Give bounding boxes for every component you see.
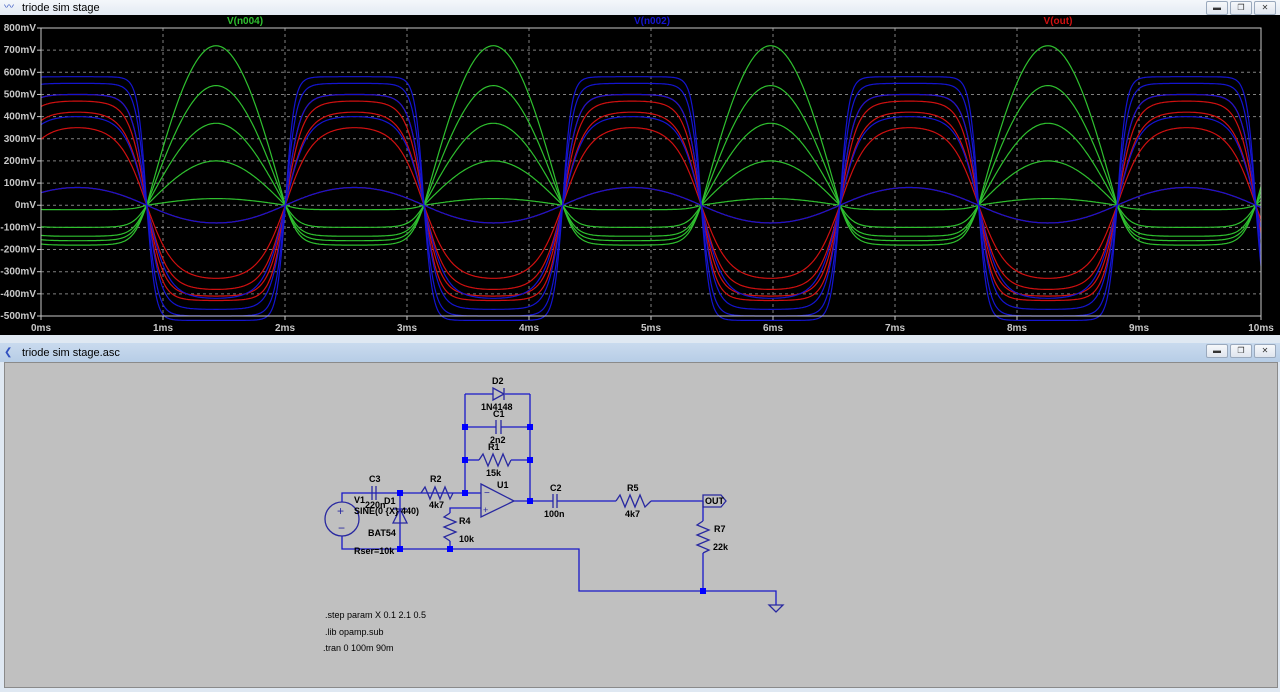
trace-label-vout[interactable]: V(out) — [1044, 16, 1073, 27]
x-tick-label: 3ms — [397, 323, 417, 334]
spice-directive-tran[interactable]: .tran 0 100m 90m — [323, 643, 394, 653]
r1-name: R1 — [488, 442, 500, 452]
x-tick-label: 1ms — [153, 323, 173, 334]
minus-icon: − — [338, 521, 345, 535]
x-tick-label: 10ms — [1248, 323, 1274, 334]
r4-name: R4 — [459, 516, 471, 526]
y-tick-label: 800mV — [4, 23, 37, 34]
c1-name: C1 — [493, 409, 505, 419]
r5-resistor[interactable] — [615, 493, 652, 509]
waveform-chart[interactable]: 800mV 700mV 600mV 500mV 400mV 300mV 200mV 100mV… — [0, 15, 1280, 335]
d1-value[interactable]: BAT54 — [368, 528, 396, 538]
y-tick-label: -200mV — [0, 245, 36, 256]
u1-name: U1 — [497, 480, 509, 490]
y-tick-label: -500mV — [0, 311, 36, 322]
y-tick-label: 700mV — [4, 45, 37, 56]
minimize-button[interactable]: ▬ — [1206, 1, 1228, 15]
trace-vn004-step-2 — [41, 160, 1262, 228]
y-tick-label: 200mV — [4, 156, 37, 167]
r1-value[interactable]: 15k — [486, 468, 502, 478]
v1-name: V1 — [354, 495, 365, 505]
v1-value[interactable]: SINE(0 {X} 440) — [354, 506, 419, 516]
c2-name: C2 — [550, 483, 562, 493]
y-tick-label: 0mV — [15, 200, 36, 211]
r7-name: R7 — [714, 524, 726, 534]
d1-name: D1 — [384, 496, 396, 506]
minimize-button[interactable]: ▬ — [1206, 344, 1228, 358]
y-tick-label: 600mV — [4, 67, 37, 78]
restore-button[interactable]: ❐ — [1230, 1, 1252, 15]
plus-icon: + — [337, 504, 344, 518]
r2-name: R2 — [430, 474, 442, 484]
svg-text:+: + — [483, 505, 488, 515]
plot-window-titlebar[interactable]: 〰 triode sim stage ▬ ❐ ✕ — [0, 0, 1280, 15]
c2-value[interactable]: 100n — [544, 509, 565, 519]
x-tick-label: 6ms — [763, 323, 783, 334]
close-button[interactable]: ✕ — [1254, 344, 1276, 358]
y-tick-label: -300mV — [0, 267, 36, 278]
c2-capacitor[interactable] — [552, 494, 558, 508]
schematic-drawing[interactable]: + − − + V1 SINE(0 {X} 440) Rser=10k C3 2… — [5, 363, 1277, 687]
plot-window-title: triode sim stage — [22, 1, 100, 14]
y-tick-label: 100mV — [4, 178, 37, 189]
trace-label-vn002[interactable]: V(n002) — [634, 16, 670, 27]
r2-value[interactable]: 4k7 — [429, 500, 444, 510]
x-tick-label: 7ms — [885, 323, 905, 334]
x-tick-label: 2ms — [275, 323, 295, 334]
c3-value[interactable]: 220n — [365, 500, 386, 510]
waveform-plot-pane[interactable]: 800mV 700mV 600mV 500mV 400mV 300mV 200mV 100mV… — [0, 15, 1280, 335]
close-button[interactable]: ✕ — [1254, 1, 1276, 15]
c1-capacitor[interactable] — [495, 420, 502, 434]
ground-icon — [767, 604, 785, 613]
r4-resistor[interactable] — [442, 512, 458, 542]
y-tick-label: 400mV — [4, 112, 37, 123]
waveform-icon: 〰 — [4, 1, 14, 13]
y-tick-label: -400mV — [0, 289, 36, 300]
x-tick-label: 0ms — [31, 323, 51, 334]
spice-directive-lib[interactable]: .lib opamp.sub — [325, 627, 384, 637]
v1-rser[interactable]: Rser=10k — [354, 546, 395, 556]
out-label[interactable]: OUT — [705, 496, 725, 506]
trace-label-vn004[interactable]: V(n004) — [227, 16, 263, 27]
schematic-canvas[interactable]: + − − + V1 SINE(0 {X} 440) Rser=10k C3 2… — [4, 362, 1278, 688]
x-tick-label: 8ms — [1007, 323, 1027, 334]
r7-resistor[interactable] — [695, 520, 711, 554]
svg-text:−: − — [484, 488, 490, 499]
schematic-window-titlebar[interactable]: ❮ triode sim stage.asc ▬ ❐ ✕ — [0, 343, 1280, 362]
ltspice-schematic-icon: ❮ — [4, 346, 13, 358]
y-tick-label: 500mV — [4, 89, 37, 100]
r7-value[interactable]: 22k — [713, 542, 729, 552]
x-tick-label: 5ms — [641, 323, 661, 334]
r4-value[interactable]: 10k — [459, 534, 475, 544]
spice-directive-step[interactable]: .step param X 0.1 2.1 0.5 — [325, 610, 426, 620]
c3-name: C3 — [369, 474, 381, 484]
x-tick-label: 9ms — [1129, 323, 1149, 334]
r1-resistor[interactable] — [478, 452, 512, 468]
r5-name: R5 — [627, 483, 639, 493]
x-tick-label: 4ms — [519, 323, 539, 334]
y-tick-label: -100mV — [0, 222, 36, 233]
restore-button[interactable]: ❐ — [1230, 344, 1252, 358]
d2-diode[interactable] — [492, 386, 506, 402]
schematic-window-title: triode sim stage.asc — [22, 346, 120, 359]
d2-name: D2 — [492, 376, 504, 386]
r5-value[interactable]: 4k7 — [625, 509, 640, 519]
y-tick-label: 300mV — [4, 134, 37, 145]
